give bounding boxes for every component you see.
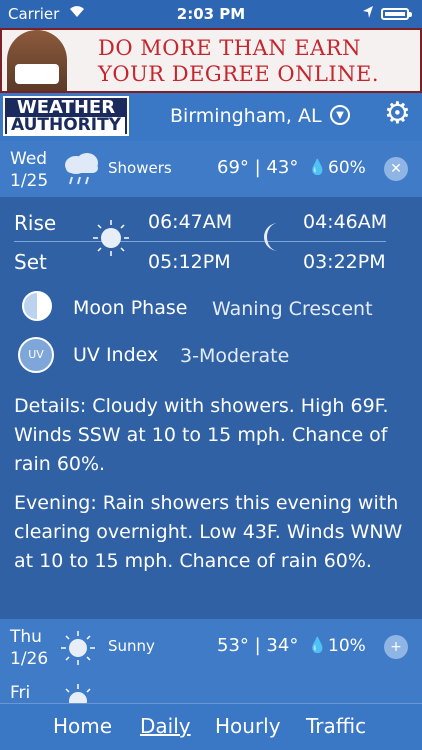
sunrise-time: 06:47AM bbox=[148, 211, 233, 233]
set-label: Set bbox=[14, 250, 47, 274]
chevron-down-icon[interactable]: ▼ bbox=[330, 105, 350, 125]
tab-daily[interactable]: Daily bbox=[140, 714, 191, 738]
expand-button[interactable]: + bbox=[384, 635, 408, 659]
logo-line2: AUTHORITY bbox=[7, 117, 125, 134]
gear-icon[interactable]: ⚙ bbox=[384, 97, 411, 131]
moon-phase-label: Moon Phase bbox=[73, 297, 188, 319]
precip-chance: 60% bbox=[328, 158, 366, 178]
city-selector[interactable]: Birmingham, AL bbox=[170, 105, 322, 127]
details-text: Details: Cloudy with showers. High 69F. … bbox=[14, 395, 389, 475]
forecast-row-thu[interactable]: Thu 1/26 Sunny 53° | 34° 💧 10% + bbox=[0, 619, 422, 675]
weather-authority-logo: WEATHER AUTHORITY bbox=[3, 96, 129, 136]
condition-label: Showers bbox=[108, 159, 172, 177]
sun-icon bbox=[90, 217, 132, 259]
day-name: Thu bbox=[10, 627, 42, 647]
ad-person-image bbox=[7, 30, 67, 91]
precip-chance: 10% bbox=[328, 636, 366, 656]
day-name: Wed bbox=[10, 149, 48, 169]
day-date-text: 1/26 bbox=[10, 649, 49, 669]
day-date: Wed 1/25 bbox=[10, 148, 48, 192]
evening-text: Evening: Rain showers this evening with … bbox=[14, 492, 403, 572]
forecast-row-fri[interactable]: Fri bbox=[0, 675, 422, 703]
day-name: Fri bbox=[10, 683, 31, 703]
high-temp: 53° bbox=[217, 635, 249, 656]
moonset-time: 03:22PM bbox=[303, 251, 386, 273]
divider bbox=[14, 241, 386, 242]
day-date-text: 1/25 bbox=[10, 171, 49, 191]
battery-icon bbox=[381, 8, 412, 20]
tab-traffic[interactable]: Traffic bbox=[306, 714, 366, 738]
uv-index-value: 3-Moderate bbox=[180, 345, 290, 367]
sunset-time: 05:12PM bbox=[148, 251, 231, 273]
forecast-row-wed[interactable]: Wed 1/25 Showers 69° | 43° 💧 60% ✕ bbox=[0, 141, 422, 197]
ad-text-line2: YOUR DEGREE ONLINE. bbox=[98, 62, 380, 86]
low-temp: 34° bbox=[266, 635, 299, 656]
cloud-rain-icon bbox=[60, 151, 102, 194]
moon-phase-icon bbox=[22, 291, 52, 321]
condition-label: Sunny bbox=[108, 637, 155, 655]
ad-banner[interactable]: DO MORE THAN EARN YOUR DEGREE ONLINE. bbox=[0, 28, 422, 93]
sun-icon bbox=[58, 681, 98, 703]
temperature-range: 53° | 34° bbox=[217, 635, 299, 656]
raindrop-icon: 💧 bbox=[308, 158, 327, 176]
high-temp: 69° bbox=[217, 157, 249, 178]
raindrop-icon: 💧 bbox=[308, 636, 327, 654]
collapse-button[interactable]: ✕ bbox=[384, 157, 408, 181]
status-bar: Carrier 2:03 PM bbox=[0, 0, 422, 28]
uv-index-label: UV Index bbox=[73, 344, 159, 366]
moon-icon bbox=[260, 221, 288, 260]
sun-icon bbox=[58, 628, 98, 668]
uv-index-icon: UV bbox=[18, 337, 54, 373]
temperature-range: 69° | 43° bbox=[217, 157, 299, 178]
moon-phase-value: Waning Crescent bbox=[212, 298, 373, 320]
app-header: WEATHER AUTHORITY Birmingham, AL ▼ ⚙ bbox=[0, 93, 422, 141]
tab-hourly[interactable]: Hourly bbox=[215, 714, 281, 738]
location-arrow-icon bbox=[362, 5, 374, 23]
bottom-tab-bar: Home Daily Hourly Traffic bbox=[0, 703, 422, 750]
rise-label: Rise bbox=[14, 211, 57, 235]
clock: 2:03 PM bbox=[176, 5, 246, 23]
tab-home[interactable]: Home bbox=[53, 714, 112, 738]
day-details-panel: Rise Set 06:47AM 05:12PM 04:46AM 03:22PM… bbox=[0, 197, 422, 619]
moonrise-time: 04:46AM bbox=[303, 211, 388, 233]
ad-text-line1: DO MORE THAN EARN bbox=[98, 36, 361, 60]
day-date: Thu 1/26 bbox=[10, 626, 48, 670]
low-temp: 43° bbox=[266, 157, 299, 178]
